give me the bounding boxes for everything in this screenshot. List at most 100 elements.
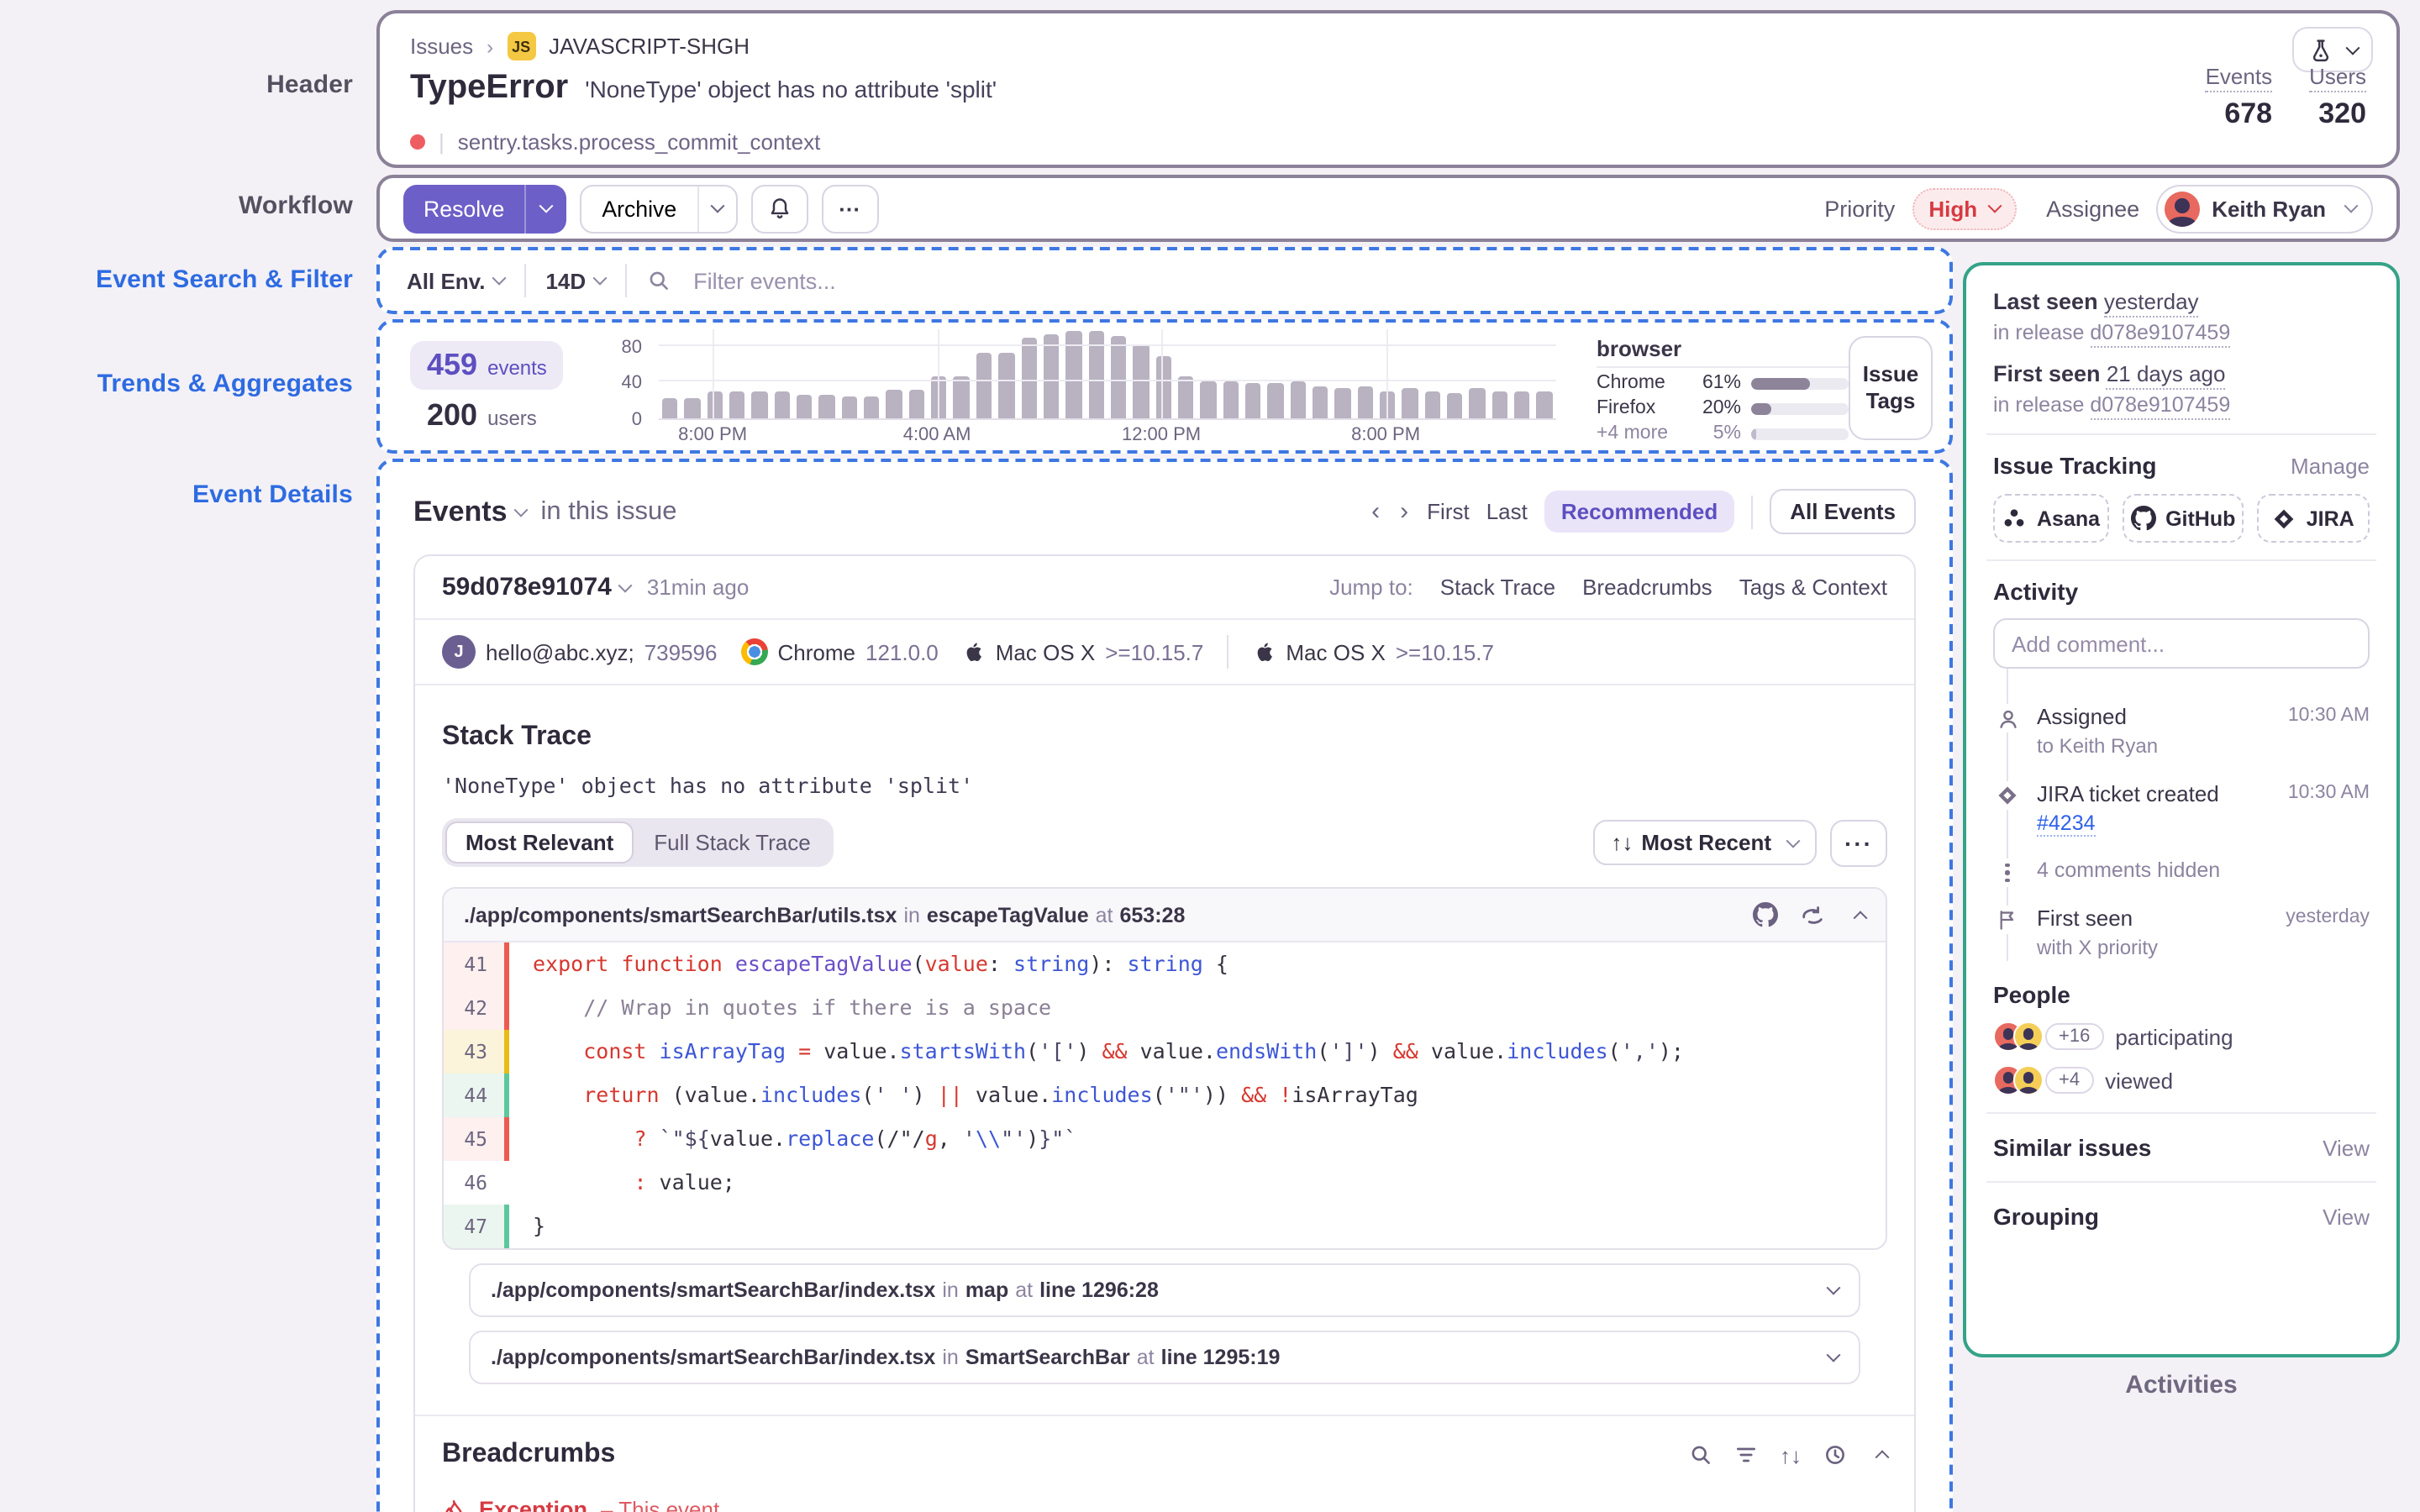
sentry-issue-page: Issues › JS JAVASCRIPT-SHGH TypeError 'N… bbox=[0, 0, 2420, 1512]
filter-events-input[interactable] bbox=[690, 266, 1923, 295]
github-icon[interactable] bbox=[1753, 902, 1778, 927]
divider bbox=[1751, 495, 1754, 528]
issue-title-row: TypeError 'NoneType' object has no attri… bbox=[410, 69, 997, 108]
recommended-pill[interactable]: Recommended bbox=[1544, 491, 1735, 533]
browser-tag-row[interactable]: Firefox 20% bbox=[1597, 398, 1849, 418]
frame-function: escapeTagValue bbox=[926, 903, 1089, 927]
chart-bar bbox=[1244, 383, 1261, 418]
event-meta-chip: Mac OS X >=10.15.7 bbox=[962, 639, 1203, 664]
stack-trace-message: 'NoneType' object has no attribute 'spli… bbox=[442, 773, 974, 798]
event-search-bar: All Env. 14D bbox=[376, 247, 1953, 314]
line-number: 45 bbox=[444, 1117, 504, 1161]
github-icon bbox=[2130, 506, 2156, 531]
integration-jira-button[interactable]: JIRA bbox=[2257, 494, 2370, 543]
more-people-count[interactable]: +16 bbox=[2045, 1023, 2104, 1050]
users-stat: Users 320 bbox=[2309, 64, 2366, 131]
more-actions-button[interactable]: ··· bbox=[821, 184, 879, 233]
chevron-down-icon[interactable] bbox=[1826, 1347, 1841, 1362]
chart-bars bbox=[659, 329, 1556, 418]
stack-frame-collapsed[interactable]: ./app/components/smartSearchBar/index.ts… bbox=[469, 1331, 1860, 1384]
tab-full-stack-trace[interactable]: Full Stack Trace bbox=[634, 822, 830, 864]
frame-function: map bbox=[965, 1278, 1009, 1302]
code-line: 43 const isArrayTag = value.startsWith('… bbox=[444, 1030, 1886, 1074]
jump-link-breadcrumbs[interactable]: Breadcrumbs bbox=[1582, 575, 1712, 600]
user-icon bbox=[1993, 704, 2022, 732]
stack-frame-header[interactable]: ./app/components/smartSearchBar/utils.ts… bbox=[444, 889, 1886, 942]
last-event-button[interactable]: Last bbox=[1486, 499, 1528, 524]
stack-frame-expanded: ./app/components/smartSearchBar/utils.ts… bbox=[442, 887, 1887, 1250]
replay-history-icon[interactable] bbox=[1823, 1443, 1847, 1467]
stack-frame-collapsed[interactable]: ./app/components/smartSearchBar/index.ts… bbox=[469, 1263, 1860, 1317]
chart-bar bbox=[931, 376, 947, 418]
trend-stats: 459 events 200 users bbox=[410, 341, 564, 433]
browser-tag-row[interactable]: Chrome 61% bbox=[1597, 373, 1849, 393]
sort-select[interactable]: ↑↓ Most Recent bbox=[1592, 820, 1817, 865]
filter-icon[interactable] bbox=[1734, 1443, 1758, 1467]
release-link[interactable]: d078e9107459 bbox=[2090, 393, 2231, 420]
sort-arrows-icon: ↑↓ bbox=[1611, 830, 1634, 855]
search-icon[interactable] bbox=[1689, 1443, 1712, 1467]
events-title-dropdown[interactable]: Events bbox=[413, 495, 528, 528]
chart-bar bbox=[998, 353, 1014, 418]
search-icon bbox=[646, 269, 670, 292]
chart-bar bbox=[662, 398, 678, 418]
events-bar-chart bbox=[659, 329, 1556, 420]
first-event-button[interactable]: First bbox=[1427, 499, 1470, 524]
sort-icon[interactable]: ↑↓ bbox=[1780, 1442, 1802, 1467]
frame-path: ./app/components/smartSearchBar/utils.ts… bbox=[464, 903, 897, 927]
breadcrumb-project[interactable]: JAVASCRIPT-SHGH bbox=[549, 34, 750, 59]
collapse-frame-icon[interactable] bbox=[1853, 910, 1868, 925]
issue-tags-button[interactable]: Issue Tags bbox=[1849, 336, 1933, 440]
first-seen-value[interactable]: 21 days ago bbox=[2106, 361, 2226, 390]
environment-select[interactable]: All Env. bbox=[407, 268, 506, 293]
integration-asana-button[interactable]: Asana bbox=[1993, 494, 2109, 543]
user-avatar: J bbox=[442, 635, 476, 669]
line-number: 46 bbox=[464, 1171, 487, 1194]
jira-ticket-link[interactable]: #4234 bbox=[2037, 811, 2096, 837]
open-in-editor-icon[interactable] bbox=[1800, 902, 1825, 927]
users-stat-label[interactable]: Users bbox=[2309, 64, 2366, 92]
last-seen-release: in release d078e9107459 bbox=[1993, 321, 2370, 348]
more-people-count[interactable]: +4 bbox=[2045, 1067, 2094, 1094]
assignee-select[interactable]: Keith Ryan bbox=[2156, 184, 2373, 233]
chart-bar bbox=[774, 391, 791, 418]
prev-event-button[interactable]: ‹ bbox=[1370, 497, 1381, 526]
priority-select[interactable]: High bbox=[1912, 187, 2017, 229]
jump-link-stack-trace[interactable]: Stack Trace bbox=[1440, 575, 1555, 600]
stack-trace-section: Stack Trace 'NoneType' object has no att… bbox=[415, 685, 1914, 1384]
add-comment-input[interactable] bbox=[1993, 618, 2370, 669]
last-seen-value[interactable]: yesterday bbox=[2103, 289, 2199, 318]
chevron-down-icon bbox=[709, 198, 724, 213]
events-count-pill[interactable]: 459 events bbox=[410, 341, 564, 390]
stack-trace-more-button[interactable]: ··· bbox=[1830, 819, 1887, 866]
events-stat: Events 678 bbox=[2205, 64, 2273, 131]
y-tick-label: 40 bbox=[621, 373, 643, 394]
tab-most-relevant[interactable]: Most Relevant bbox=[445, 822, 634, 864]
divider bbox=[624, 264, 627, 297]
issue-tracking-title: Issue Tracking bbox=[1993, 452, 2157, 479]
subscribe-bell-button[interactable] bbox=[750, 184, 808, 233]
archive-dropdown-button[interactable] bbox=[697, 186, 735, 231]
jump-link-tags-context[interactable]: Tags & Context bbox=[1739, 575, 1887, 600]
events-stat-label[interactable]: Events bbox=[2205, 64, 2273, 92]
browser-tag-row[interactable]: +4 more 5% bbox=[1597, 423, 1849, 444]
manage-integrations-link[interactable]: Manage bbox=[2291, 453, 2370, 478]
all-events-button[interactable]: All Events bbox=[1770, 489, 1916, 534]
code-line: 45 ? `"${value.replace(/"/g, '\\"')}"` bbox=[444, 1117, 1886, 1161]
chevron-down-icon[interactable] bbox=[1826, 1280, 1841, 1295]
dots-vertical-icon bbox=[1993, 858, 2022, 887]
chart-bar bbox=[841, 396, 858, 418]
integration-github-button[interactable]: GitHub bbox=[2122, 494, 2244, 543]
grouping-view-link[interactable]: View bbox=[2323, 1204, 2370, 1229]
date-range-select[interactable]: 14D bbox=[545, 268, 607, 293]
resolve-dropdown-button[interactable] bbox=[524, 184, 566, 233]
breadcrumb-issues[interactable]: Issues bbox=[410, 34, 473, 59]
next-event-button[interactable]: › bbox=[1398, 497, 1410, 526]
similar-issues-view-link[interactable]: View bbox=[2323, 1135, 2370, 1160]
archive-button[interactable]: Archive bbox=[581, 186, 697, 231]
users-count-line[interactable]: 200 users bbox=[410, 390, 564, 433]
collapse-breadcrumbs-icon[interactable] bbox=[1875, 1450, 1890, 1465]
resolve-button[interactable]: Resolve bbox=[403, 184, 524, 233]
release-link[interactable]: d078e9107459 bbox=[2090, 321, 2231, 348]
event-id-dropdown[interactable]: 59d078e91074 bbox=[442, 573, 633, 601]
